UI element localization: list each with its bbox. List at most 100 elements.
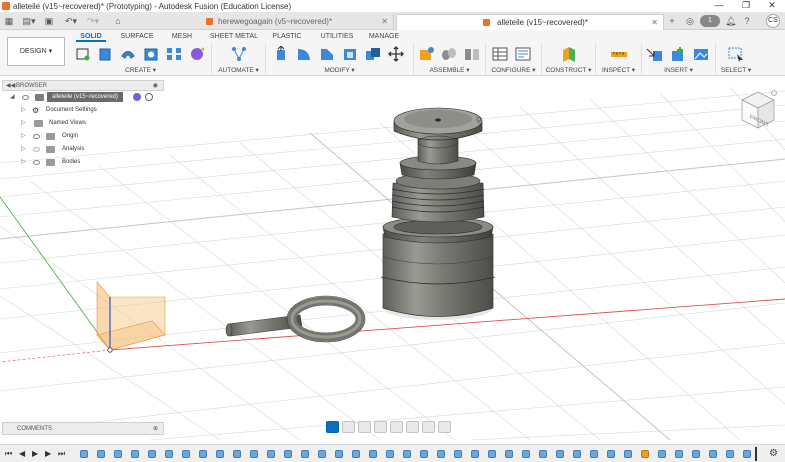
- insert-derive-icon[interactable]: [646, 46, 664, 62]
- offset-plane-icon[interactable]: [560, 46, 578, 62]
- visibility-eye-icon[interactable]: [22, 95, 29, 100]
- hole-icon[interactable]: [142, 46, 160, 62]
- extrude-icon[interactable]: [96, 46, 114, 62]
- timeline-feature[interactable]: [318, 450, 326, 458]
- timeline-feature[interactable]: [403, 450, 411, 458]
- help-icon[interactable]: ?: [742, 15, 752, 27]
- revolve-icon[interactable]: [119, 46, 137, 62]
- timeline-feature[interactable]: [250, 450, 258, 458]
- pan-icon[interactable]: [358, 421, 371, 433]
- timeline-feature[interactable]: [369, 450, 377, 458]
- tree-item-origin[interactable]: ▷ Origin: [2, 130, 164, 143]
- timeline-feature[interactable]: [522, 450, 530, 458]
- timeline-feature[interactable]: [131, 450, 139, 458]
- home-icon[interactable]: ⌂: [112, 15, 124, 27]
- timeline-marker[interactable]: [755, 447, 757, 461]
- fillet-icon[interactable]: [295, 46, 313, 62]
- collapse-icon[interactable]: ◀◀: [6, 81, 15, 91]
- timeline-feature[interactable]: [539, 450, 547, 458]
- file-icon[interactable]: ▤▾: [20, 15, 38, 27]
- timeline-feature[interactable]: [386, 450, 394, 458]
- job-status-badge[interactable]: 1: [700, 15, 720, 27]
- configuration-rules-icon[interactable]: [514, 46, 532, 62]
- timeline-feature[interactable]: [709, 450, 717, 458]
- visibility-eye-icon[interactable]: [33, 147, 40, 152]
- tree-item-named-views[interactable]: ▷ Named Views: [2, 117, 164, 130]
- timeline-feature[interactable]: [199, 450, 207, 458]
- tree-item-label[interactable]: Named Views: [49, 117, 86, 130]
- timeline-feature[interactable]: [607, 450, 615, 458]
- expand-icon[interactable]: ▷: [21, 143, 26, 156]
- timeline-feature[interactable]: [420, 450, 428, 458]
- group-label-modify[interactable]: MODIFY ▾: [266, 66, 413, 74]
- redo-icon[interactable]: ↷▾: [84, 15, 102, 27]
- automate-icon[interactable]: [230, 46, 248, 62]
- expand-icon[interactable]: ◢: [10, 91, 15, 104]
- group-label-create[interactable]: CREATE ▾: [70, 66, 211, 74]
- visibility-eye-icon[interactable]: [33, 134, 40, 139]
- comments-panel[interactable]: COMMENTS ⊕: [2, 422, 164, 435]
- new-tab-button[interactable]: +: [667, 15, 677, 27]
- step-forward-icon[interactable]: ▶: [45, 448, 51, 460]
- minimize-button[interactable]: —: [706, 0, 732, 12]
- close-icon[interactable]: ✕: [651, 15, 658, 31]
- close-icon[interactable]: ✕: [381, 14, 388, 30]
- extensions-icon[interactable]: ◎: [685, 15, 695, 27]
- root-label[interactable]: alleteile (v15~recovered): [47, 92, 123, 102]
- group-label-assemble[interactable]: ASSEMBLE ▾: [414, 66, 485, 74]
- tree-item-label[interactable]: Origin: [62, 130, 78, 143]
- radio-active-icon[interactable]: [145, 93, 153, 101]
- expand-icon[interactable]: ▷: [21, 117, 26, 130]
- select-window-icon[interactable]: [727, 46, 745, 62]
- workspace-switcher[interactable]: DESIGN ▾: [7, 37, 65, 66]
- joint-origin-icon[interactable]: [326, 421, 339, 433]
- move-icon[interactable]: [387, 46, 405, 62]
- viewports-icon[interactable]: [438, 421, 451, 433]
- tab-plastic[interactable]: PLASTIC: [268, 32, 306, 42]
- tree-item-label[interactable]: Analysis: [62, 143, 84, 156]
- press-pull-icon[interactable]: [272, 46, 290, 62]
- timeline-feature[interactable]: [488, 450, 496, 458]
- timeline-feature[interactable]: [675, 450, 683, 458]
- timeline-feature[interactable]: [471, 450, 479, 458]
- timeline-feature[interactable]: [641, 450, 649, 458]
- expand-icon[interactable]: ▷: [21, 104, 26, 117]
- close-window-button[interactable]: ✕: [759, 0, 785, 12]
- step-back-icon[interactable]: ◀: [19, 448, 25, 460]
- measure-icon[interactable]: [610, 46, 628, 62]
- expand-icon[interactable]: ▷: [21, 156, 26, 169]
- timeline-feature[interactable]: [590, 450, 598, 458]
- insert-mesh-icon[interactable]: [669, 46, 687, 62]
- timeline-feature[interactable]: [556, 450, 564, 458]
- timeline-settings-icon[interactable]: ⚙: [769, 448, 778, 459]
- display-settings-icon[interactable]: [406, 421, 419, 433]
- tab-herewegoagain[interactable]: herewegoagain (v5~recovered)* ✕: [200, 14, 394, 30]
- expand-icon[interactable]: ▷: [21, 130, 26, 143]
- timeline-feature[interactable]: [97, 450, 105, 458]
- orbit-icon[interactable]: [342, 421, 355, 433]
- maximize-button[interactable]: ❐: [733, 0, 759, 12]
- go-to-end-icon[interactable]: ⏭: [58, 448, 65, 460]
- timeline-feature[interactable]: [454, 450, 462, 458]
- new-component-icon[interactable]: [417, 46, 435, 62]
- tree-item-label[interactable]: Document Settings: [46, 104, 97, 117]
- timeline-feature[interactable]: [437, 450, 445, 458]
- save-icon[interactable]: ▣: [44, 15, 54, 27]
- timeline-feature[interactable]: [165, 450, 173, 458]
- timeline-feature[interactable]: [233, 450, 241, 458]
- tab-mesh[interactable]: MESH: [168, 32, 196, 42]
- activate-component-icon[interactable]: [133, 93, 141, 101]
- apps-grid-icon[interactable]: ▦: [4, 15, 14, 27]
- group-label-automate[interactable]: AUTOMATE ▾: [212, 66, 265, 74]
- grid-settings-icon[interactable]: [422, 421, 435, 433]
- view-cube-home-icon[interactable]: [771, 90, 777, 96]
- shell-icon[interactable]: [341, 46, 359, 62]
- timeline-feature[interactable]: [624, 450, 632, 458]
- timeline-feature[interactable]: [80, 450, 88, 458]
- timeline-feature[interactable]: [301, 450, 309, 458]
- zoom-icon[interactable]: [374, 421, 387, 433]
- tree-item-bodies[interactable]: ▷ Bodies: [2, 156, 164, 169]
- insert-canvas-icon[interactable]: [692, 46, 710, 62]
- tree-item-analysis[interactable]: ▷ Analysis: [2, 143, 164, 156]
- tab-alleteile[interactable]: alleteile (v15~recovered)* ✕: [396, 14, 664, 30]
